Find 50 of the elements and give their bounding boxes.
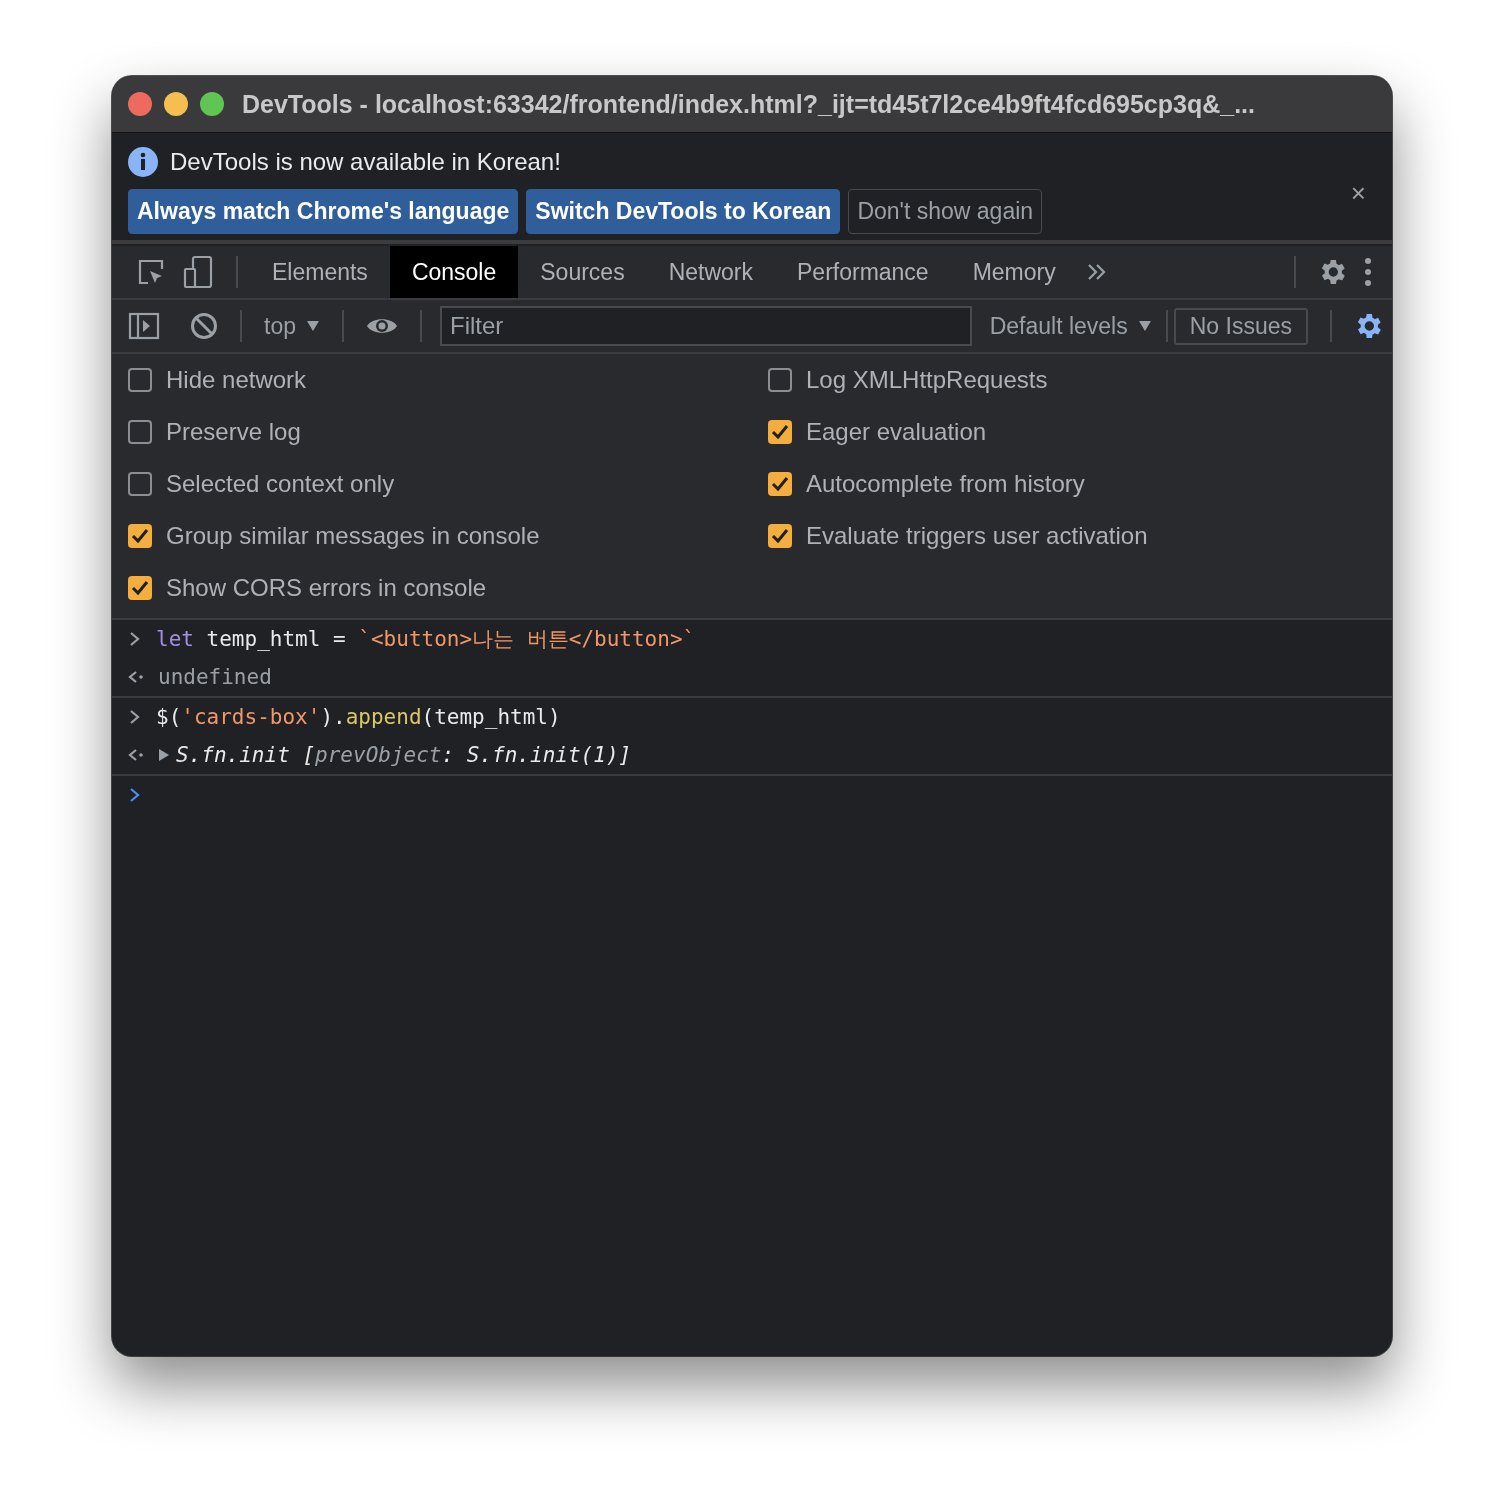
- panel-tab[interactable]: Elements: [250, 246, 390, 298]
- infobar-button[interactable]: Don't show again: [848, 189, 1043, 234]
- dropdown-arrow-icon: [1137, 320, 1152, 332]
- prompt-chevron-icon: [128, 787, 142, 803]
- console-command: let temp_html = `<button>나는 버튼</button>`: [156, 626, 696, 653]
- panel-tab[interactable]: Network: [646, 246, 775, 298]
- checkbox[interactable]: [128, 576, 152, 600]
- result-arrow-icon: [128, 748, 144, 762]
- expand-triangle-icon[interactable]: [158, 748, 170, 762]
- infobar-button[interactable]: Always match Chrome's language: [128, 189, 519, 234]
- checkbox-label: Preserve log: [166, 418, 301, 446]
- result-arrow-icon: [128, 670, 144, 684]
- issues-button[interactable]: No Issues: [1173, 307, 1308, 345]
- checkbox-label: Log XMLHttpRequests: [806, 366, 1048, 394]
- checkbox[interactable]: [768, 524, 792, 548]
- checkbox-label: Show CORS errors in console: [166, 574, 487, 602]
- checkbox-label: Evaluate triggers user activation: [806, 522, 1148, 550]
- minimize-window-button[interactable]: [164, 92, 188, 116]
- infobar-button[interactable]: Switch DevTools to Korean: [526, 189, 841, 234]
- console-result: undefined: [158, 665, 272, 689]
- info-icon: [128, 147, 158, 177]
- panel-tab[interactable]: Sources: [518, 246, 647, 298]
- checkbox-label: Hide network: [166, 366, 307, 394]
- checkbox[interactable]: [128, 524, 152, 548]
- checkbox[interactable]: [128, 368, 152, 392]
- window-title: DevTools - localhost:63342/frontend/index.html?_ijt=td45t7l2ce4b9ft4fcd695cp3q&_...: [242, 89, 1255, 119]
- console-result: S.fn.init [prevObject: S.fn.init(1)]: [176, 743, 632, 767]
- checkbox[interactable]: [128, 420, 152, 444]
- info-message: DevTools is now available in Korean!: [170, 148, 561, 176]
- checkbox-label: Eager evaluation: [806, 418, 987, 446]
- panel-tab[interactable]: Memory: [950, 246, 1078, 298]
- panel-tab[interactable]: Performance: [775, 246, 951, 298]
- close-button[interactable]: ×: [1344, 177, 1372, 210]
- checkbox[interactable]: [768, 420, 792, 444]
- close-window-button[interactable]: [128, 92, 152, 116]
- prompt-chevron-icon: [128, 709, 142, 725]
- dropdown-arrow-icon: [306, 320, 320, 332]
- log-levels-dropdown[interactable]: Default levels: [981, 312, 1160, 340]
- prompt-chevron-icon: [128, 631, 142, 647]
- context-selector[interactable]: top: [256, 312, 328, 340]
- console-command: $('cards-box').append(temp_html): [156, 705, 561, 729]
- panel-tab[interactable]: Console: [389, 246, 519, 298]
- checkbox[interactable]: [768, 472, 792, 496]
- checkbox[interactable]: [768, 368, 792, 392]
- checkbox[interactable]: [128, 472, 152, 496]
- checkbox-label: Selected context only: [166, 470, 395, 498]
- checkbox-label: Group similar messages in console: [166, 522, 540, 550]
- checkbox-label: Autocomplete from history: [806, 470, 1085, 498]
- zoom-window-button[interactable]: [200, 92, 224, 116]
- filter-field[interactable]: Filter: [440, 306, 972, 346]
